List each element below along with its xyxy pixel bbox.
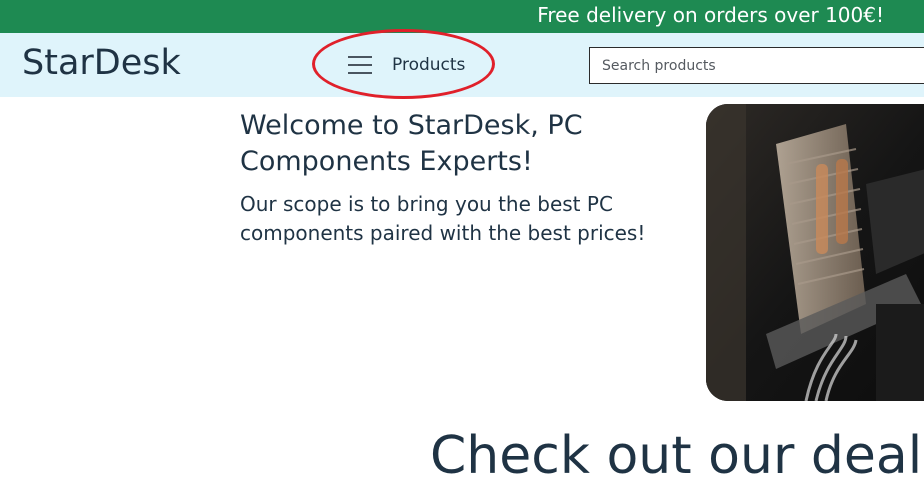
promo-text: Free delivery on orders over 100€! [537, 3, 884, 27]
products-menu-label: Products [392, 55, 466, 75]
promo-bar: Free delivery on orders over 100€! [0, 0, 924, 33]
products-menu-button[interactable]: Products [330, 47, 485, 83]
search-input[interactable] [589, 47, 924, 84]
pc-components-image [706, 104, 924, 401]
hero-description: Our scope is to bring you the best PC co… [240, 192, 646, 245]
hamburger-menu-icon [348, 56, 374, 74]
hero-title: Welcome to StarDesk, PC Components Exper… [240, 110, 583, 177]
deals-heading: Check out our deals [430, 426, 924, 486]
site-logo[interactable]: StarDesk [22, 43, 181, 83]
pc-components-photo [706, 104, 924, 401]
